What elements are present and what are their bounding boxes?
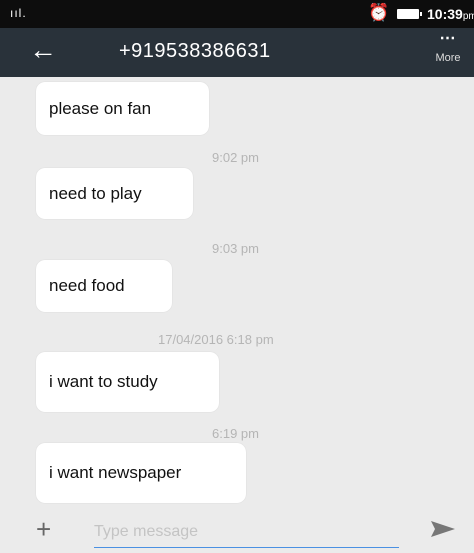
message-bubble[interactable]: i want to study (36, 352, 219, 412)
alarm-clock-icon: ⏰ (368, 3, 390, 22)
more-label: More (435, 52, 461, 64)
status-ampm: pm (462, 11, 474, 22)
status-bar: ııl. ⏰ 10:39pm (0, 0, 474, 28)
back-arrow-icon[interactable]: ← (29, 36, 57, 64)
message-bubble[interactable]: need to play (36, 168, 193, 219)
app-bar: ← +919538386631 ⋯ More (0, 28, 474, 77)
message-text: i want to study (49, 372, 158, 391)
send-icon[interactable] (430, 518, 456, 540)
status-time: 10:39pm (427, 6, 474, 22)
message-bubble[interactable]: i want newspaper (36, 443, 246, 503)
add-attachment-button[interactable]: + (36, 514, 51, 545)
more-menu-button[interactable]: ⋯ More (428, 30, 468, 65)
message-text: i want newspaper (49, 463, 182, 482)
contact-title: +919538386631 (119, 40, 271, 62)
message-timestamp: 17/04/2016 6:18 pm (158, 332, 274, 347)
message-composer: + (0, 510, 474, 553)
message-input[interactable] (94, 523, 399, 541)
message-input-wrapper (94, 523, 399, 548)
more-dots-icon: ⋯ (439, 30, 457, 47)
message-text: need food (49, 276, 125, 295)
message-bubble[interactable]: please on fan (36, 82, 209, 135)
message-timestamp: 9:03 pm (212, 241, 259, 256)
message-timestamp: 6:19 pm (212, 426, 259, 441)
battery-icon (397, 9, 422, 19)
message-timestamp: 9:02 pm (212, 150, 259, 165)
message-bubble[interactable]: need food (36, 260, 172, 312)
message-text: please on fan (49, 98, 152, 118)
message-text: need to play (49, 183, 142, 203)
signal-icon: ııl. (10, 6, 27, 20)
